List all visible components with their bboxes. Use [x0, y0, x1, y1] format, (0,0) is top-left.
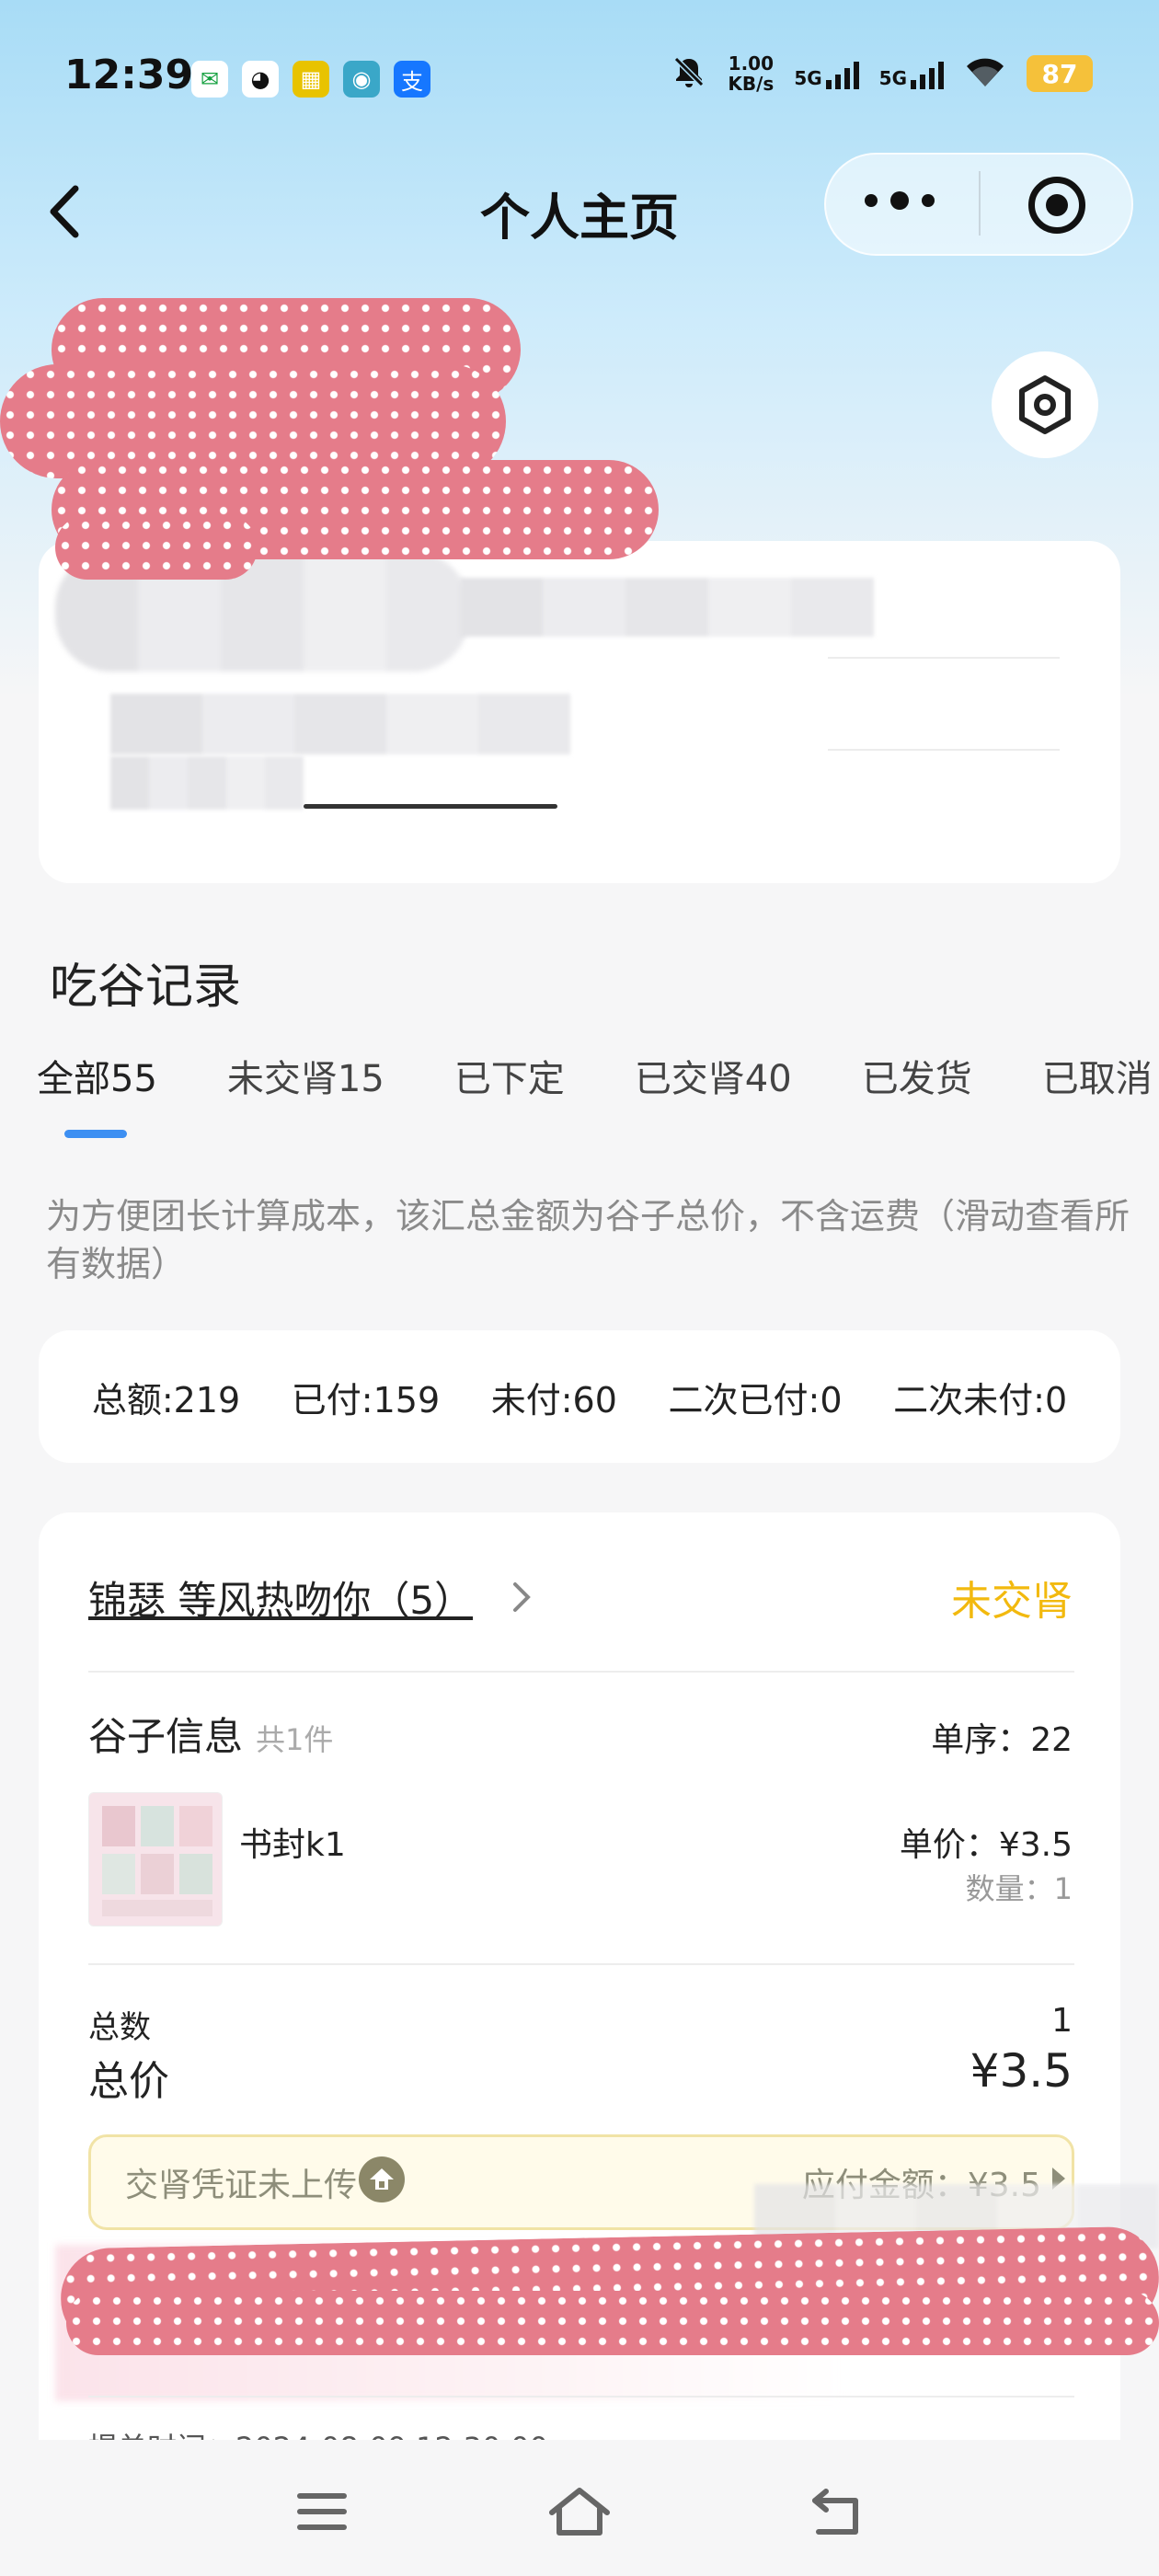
goods-thumbnail[interactable]	[88, 1792, 223, 1926]
menu-button[interactable]	[276, 2475, 368, 2548]
item-quantity: 数量：1	[965, 1871, 1073, 1906]
speed-value: 1.00	[728, 52, 775, 75]
goods-title: 谷子信息	[88, 1714, 244, 1759]
wifi-icon	[964, 55, 1006, 92]
tab-shipped[interactable]: 已发货	[862, 1049, 972, 1102]
mute-bell-icon	[671, 53, 707, 94]
tab-cancelled[interactable]: 已取消	[1042, 1049, 1153, 1102]
redacted-line	[304, 804, 557, 809]
count-label: 总数	[88, 2009, 151, 2046]
summary-total: 总额:219	[91, 1379, 241, 1420]
hexagon-settings-icon	[1019, 375, 1071, 434]
tab-unpaid[interactable]: 未交肾15	[227, 1049, 384, 1102]
alipay-icon: 支	[394, 61, 430, 98]
redaction-scribble	[66, 2291, 1159, 2355]
network-type-1: 5G	[794, 67, 822, 89]
speed-unit: KB/s	[728, 73, 775, 95]
summary-second-paid: 二次已付:0	[668, 1379, 843, 1420]
voucher-label: 交肾凭证未上传	[125, 2167, 358, 2204]
shop-link[interactable]: 锦瑟 等风热吻你（5）	[88, 1570, 473, 1626]
network-speed: 1.00 KB/s	[728, 53, 774, 94]
tab-ordered[interactable]: 已下定	[454, 1049, 565, 1102]
summary-second-unpaid: 二次未付:0	[893, 1379, 1068, 1420]
chevron-right-icon	[511, 1581, 532, 1617]
tab-paid[interactable]: 已交肾40	[635, 1049, 792, 1102]
divider	[828, 657, 1060, 659]
total-label: 总价	[88, 2058, 169, 2105]
more-dots-icon	[865, 194, 878, 207]
return-icon	[812, 2489, 858, 2535]
redacted-mosaic	[110, 756, 304, 810]
redacted-mosaic	[110, 694, 570, 754]
order-status: 未交肾	[951, 1578, 1073, 1625]
signal-bars-icon	[911, 58, 944, 89]
active-tab-indicator	[64, 1130, 127, 1138]
battery-indicator: 87	[1027, 55, 1093, 92]
status-time: 12:39	[64, 52, 194, 98]
summary-paid: 已付:159	[291, 1379, 441, 1420]
settings-button[interactable]	[992, 351, 1098, 458]
item-name: 书封k1	[239, 1826, 346, 1864]
signal-bars-icon	[825, 58, 859, 89]
unit-price: 单价：¥3.5	[899, 1826, 1073, 1864]
home-icon	[549, 2488, 610, 2536]
divider	[88, 1963, 1074, 1965]
divider	[88, 2396, 1074, 2398]
section-title: 吃谷记录	[50, 960, 242, 1015]
status-right: 1.00 KB/s 5G 5G 87	[671, 53, 1093, 94]
record-tabs: 全部55 未交肾15 已下定 已交肾40 已发货 已取消	[37, 1049, 1159, 1102]
china-post-icon: ✉	[191, 61, 228, 98]
back-nav-button[interactable]	[791, 2475, 883, 2548]
summary-unpaid: 未付:60	[490, 1379, 617, 1420]
product-image	[89, 1793, 222, 1926]
divider	[828, 749, 1060, 751]
tab-all[interactable]: 全部55	[37, 1049, 157, 1102]
capsule-divider	[979, 171, 981, 236]
redacted-mosaic	[460, 578, 874, 637]
redaction-scribble	[55, 515, 258, 580]
goods-count: 共1件	[256, 1722, 334, 1757]
upload-icon[interactable]	[359, 2156, 405, 2202]
order-sequence: 单序：22	[931, 1721, 1073, 1759]
more-menu-button[interactable]	[865, 191, 935, 210]
goods-info-title: 谷子信息 共1件	[88, 1706, 333, 1762]
app-teal-icon: ◉	[343, 61, 380, 98]
total-value: ¥3.5	[970, 2044, 1073, 2098]
divider	[88, 1671, 1074, 1673]
signal-2: 5G	[879, 58, 944, 89]
close-miniprogram-button[interactable]	[1028, 177, 1085, 234]
signal-1: 5G	[794, 58, 859, 89]
qq-icon: ◕	[242, 61, 279, 98]
summary-card[interactable]: 总额:219 已付:159 未付:60 二次已付:0 二次未付:0	[39, 1330, 1120, 1463]
count-value: 1	[1051, 2002, 1073, 2040]
app-yellow-icon: ▦	[293, 61, 329, 98]
summary-hint: 为方便团长计算成本，该汇总金额为谷子总价，不含运费（滑动查看所有数据）	[46, 1196, 1130, 1284]
network-type-2: 5G	[878, 67, 907, 89]
menu-lines-icon	[297, 2493, 347, 2530]
home-button[interactable]	[534, 2475, 625, 2548]
